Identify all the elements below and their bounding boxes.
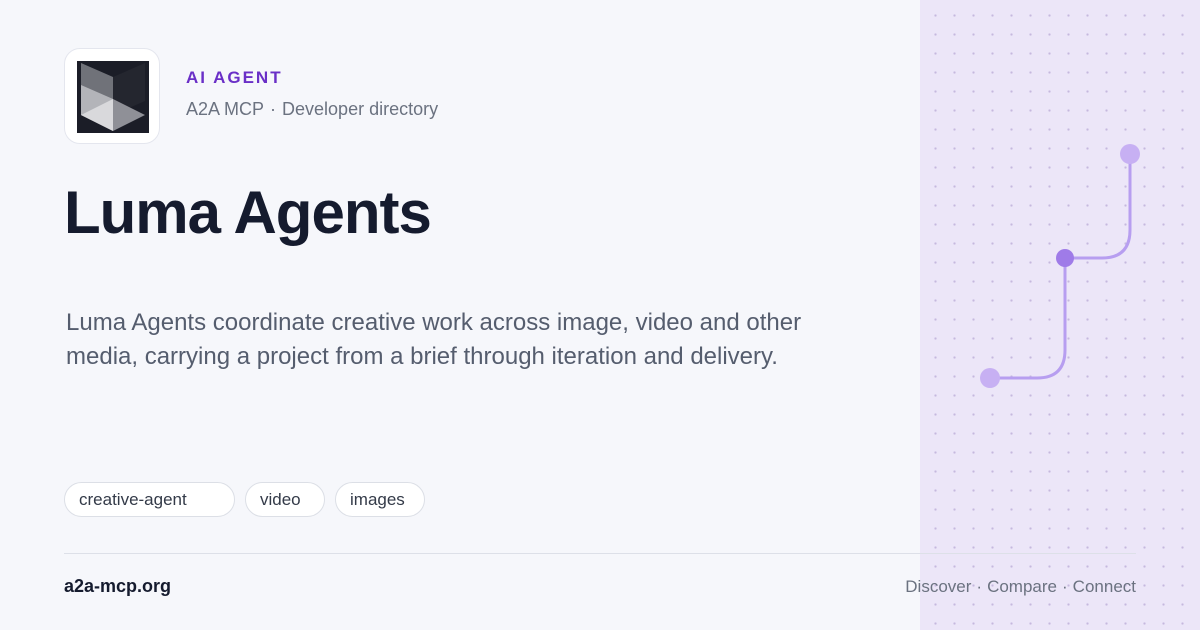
site-name: A2A MCP: [186, 99, 265, 119]
footer-divider: [64, 553, 1136, 554]
agent-title: Luma Agents: [64, 179, 432, 246]
tag-list: creative-agent video images: [64, 482, 425, 517]
footer-link-discover[interactable]: Discover: [905, 577, 971, 596]
tag-chip[interactable]: images: [335, 482, 425, 517]
tag-chip[interactable]: video: [245, 482, 325, 517]
agent-logo: [64, 48, 160, 144]
category-label: AI AGENT: [186, 68, 283, 87]
site-domain[interactable]: a2a-mcp.org: [64, 576, 171, 597]
footer-separator: ·: [976, 577, 983, 596]
subtitle-separator: ·: [270, 99, 277, 119]
site-subtitle: A2A MCP · Developer directory: [186, 99, 438, 120]
site-section: Developer directory: [282, 99, 439, 119]
agent-description: Luma Agents coordinate creative work acr…: [66, 309, 802, 370]
footer-nav: Discover · Compare · Connect: [905, 577, 1136, 597]
footer-link-connect[interactable]: Connect: [1073, 577, 1136, 596]
connection-path-icon: [980, 144, 1140, 388]
tag-chip[interactable]: creative-agent: [64, 482, 235, 517]
footer-link-compare[interactable]: Compare: [987, 577, 1057, 596]
decorative-panel: [920, 0, 1200, 630]
hexagon-cube-logo-icon: [77, 61, 149, 133]
footer-separator: ·: [1062, 577, 1068, 596]
